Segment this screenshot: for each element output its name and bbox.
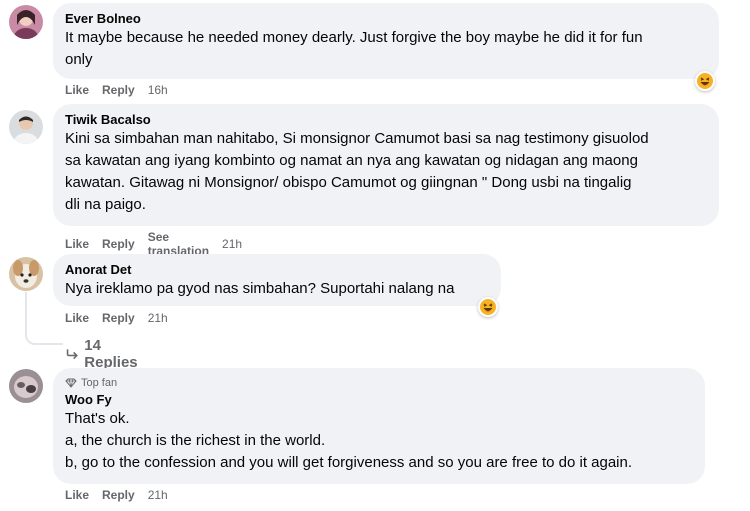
- avatar[interactable]: [9, 369, 43, 403]
- top-fan-badge-icon: [65, 378, 77, 388]
- like-button[interactable]: Like: [65, 83, 89, 97]
- comment-timestamp[interactable]: 16h: [148, 83, 168, 97]
- avatar[interactable]: [9, 257, 43, 291]
- avatar[interactable]: [9, 5, 43, 39]
- comment-timestamp[interactable]: 21h: [222, 237, 242, 251]
- reply-arrow-icon: [66, 349, 78, 360]
- like-button[interactable]: Like: [65, 488, 89, 502]
- comment-actions: Like Reply 16h: [65, 83, 168, 97]
- comment-text: That's ok. a, the church is the richest …: [65, 410, 633, 471]
- comment-timestamp[interactable]: 21h: [148, 311, 168, 325]
- replies-count: 14 Replies: [84, 337, 138, 371]
- comment-bubble: Anorat Det Nya ireklamo pa gyod nas simb…: [53, 254, 501, 306]
- comment-text: Nya ireklamo pa gyod nas simbahan? Supor…: [65, 280, 455, 297]
- comment-text: It maybe because he needed money dearly.…: [65, 29, 643, 68]
- avatar[interactable]: [9, 110, 43, 144]
- comment-bubble: Tiwik Bacalso Kini sa simbahan man nahit…: [53, 104, 719, 226]
- comment-author[interactable]: Ever Bolneo: [65, 11, 707, 27]
- comment-actions: Like Reply 21h: [65, 311, 168, 325]
- reply-button[interactable]: Reply: [102, 311, 135, 325]
- comment-author[interactable]: Tiwik Bacalso: [65, 112, 707, 128]
- like-button[interactable]: Like: [65, 311, 89, 325]
- view-replies-button[interactable]: 14 Replies: [66, 337, 141, 371]
- comment-timestamp[interactable]: 21h: [148, 488, 168, 502]
- comment-bubble: Top fan Woo Fy That's ok. a, the church …: [53, 368, 705, 484]
- laughing-emoji-icon[interactable]: [478, 297, 498, 317]
- comment-text: Kini sa simbahan man nahitabo, Si monsig…: [65, 130, 649, 213]
- comment-author[interactable]: Anorat Det: [65, 262, 489, 278]
- reply-button[interactable]: Reply: [102, 237, 135, 251]
- like-button[interactable]: Like: [65, 237, 89, 251]
- top-fan-label: Top fan: [81, 377, 118, 389]
- reply-button[interactable]: Reply: [102, 83, 135, 97]
- laughing-emoji-icon[interactable]: [695, 71, 715, 91]
- comment-actions: Like Reply 21h: [65, 488, 168, 502]
- comment-author[interactable]: Woo Fy: [65, 392, 693, 408]
- reply-button[interactable]: Reply: [102, 488, 135, 502]
- comment-bubble: Ever Bolneo It maybe because he needed m…: [53, 3, 719, 79]
- top-fan-badge[interactable]: Top fan: [65, 376, 693, 390]
